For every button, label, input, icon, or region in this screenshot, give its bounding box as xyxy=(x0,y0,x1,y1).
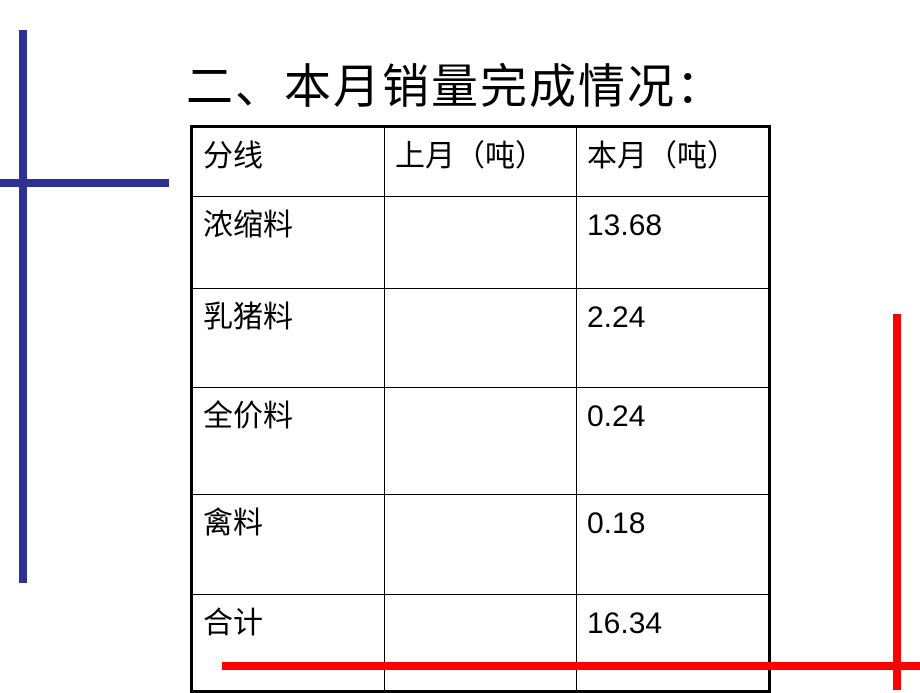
header-last-month: 上月（吨） xyxy=(384,126,577,197)
cell-last-month xyxy=(384,288,577,388)
slide-title: 二、本月销量完成情况： xyxy=(186,60,725,115)
table-row: 乳猪料 2.24 xyxy=(191,288,770,388)
table-row: 浓缩料 13.68 xyxy=(191,196,770,289)
cell-last-month xyxy=(384,196,577,289)
cell-this-month: 2.24 xyxy=(576,288,770,388)
table-header-row: 分线 上月（吨） 本月（吨） xyxy=(191,126,770,197)
cell-last-month xyxy=(384,387,577,495)
cell-line: 全价料 xyxy=(191,387,385,495)
cell-this-month: 0.24 xyxy=(576,387,770,495)
cell-line: 乳猪料 xyxy=(191,288,385,388)
cell-line: 合计 xyxy=(191,594,385,692)
header-this-month: 本月（吨） xyxy=(576,126,770,197)
red-horizontal-decoration-line xyxy=(222,662,920,670)
blue-vertical-decoration-line xyxy=(19,30,27,583)
table-row: 全价料 0.24 xyxy=(191,387,770,495)
header-line: 分线 xyxy=(191,126,385,197)
table-total-row: 合计 16.34 xyxy=(191,594,770,692)
cell-this-month: 0.18 xyxy=(576,494,770,595)
sales-table: 分线 上月（吨） 本月（吨） 浓缩料 13.68 乳猪料 2.24 全价料 0.… xyxy=(190,125,771,693)
red-vertical-decoration-line xyxy=(893,314,901,690)
cell-this-month: 13.68 xyxy=(576,196,770,289)
cell-line: 浓缩料 xyxy=(191,196,385,289)
table-row: 禽料 0.18 xyxy=(191,494,770,595)
cell-last-month xyxy=(384,594,577,692)
cell-last-month xyxy=(384,494,577,595)
cell-line: 禽料 xyxy=(191,494,385,595)
blue-horizontal-decoration-line xyxy=(0,179,169,187)
cell-this-month: 16.34 xyxy=(576,594,770,692)
